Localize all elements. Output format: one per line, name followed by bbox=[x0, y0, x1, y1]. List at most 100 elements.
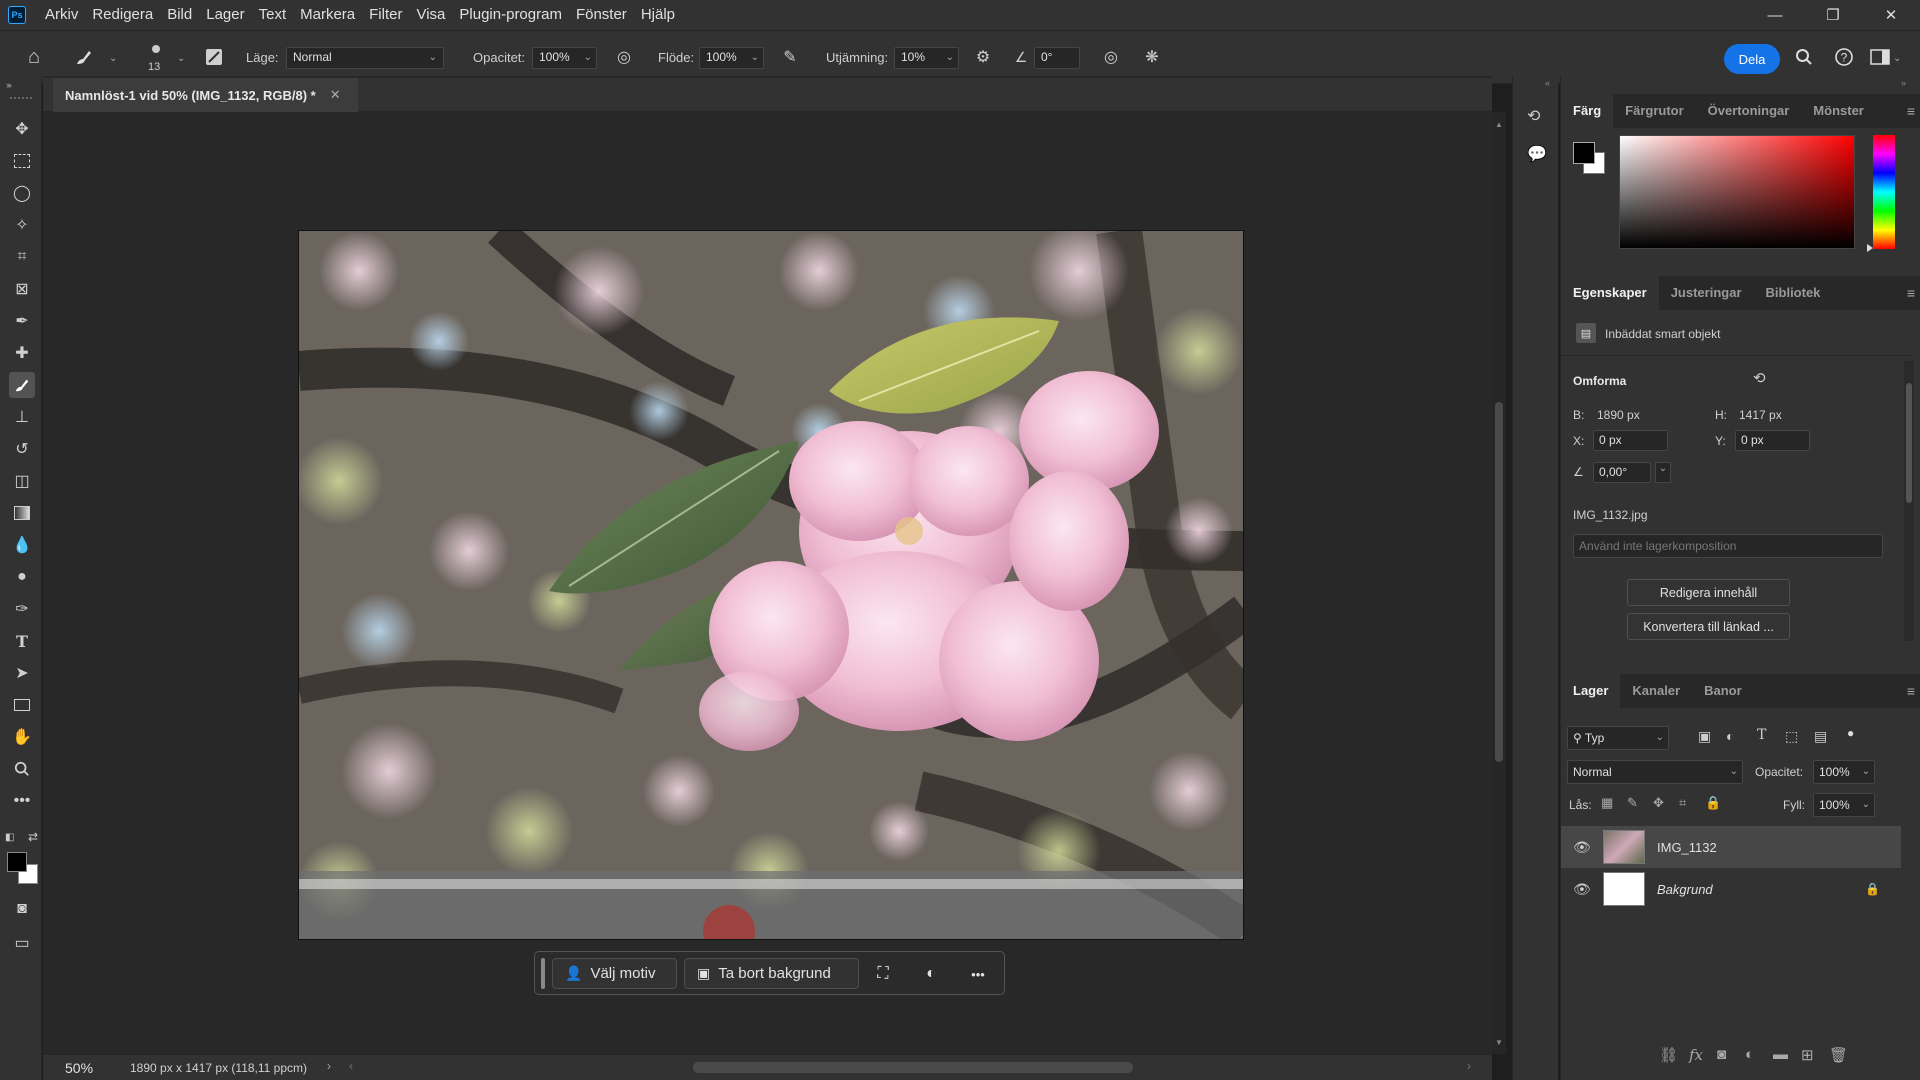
drag-handle[interactable] bbox=[10, 97, 32, 99]
scroll-left-icon[interactable]: ‹ bbox=[349, 1059, 353, 1073]
airbrush-icon[interactable]: ✎ bbox=[778, 45, 802, 69]
share-button[interactable]: Dela bbox=[1724, 44, 1780, 74]
chevron-down-icon[interactable]: ⌄ bbox=[177, 53, 185, 64]
symmetry-icon[interactable]: ❋ bbox=[1140, 45, 1164, 69]
help-icon[interactable]: ? bbox=[1832, 45, 1856, 69]
close-icon[interactable]: ✕ bbox=[330, 87, 341, 103]
menu-text[interactable]: Text bbox=[252, 0, 294, 30]
add-mask-icon[interactable]: ◙ bbox=[1717, 1046, 1726, 1063]
brush-tool-icon[interactable] bbox=[72, 45, 96, 69]
edit-contents-button[interactable]: Redigera innehåll bbox=[1627, 579, 1790, 606]
move-tool-icon[interactable]: ✥ bbox=[9, 116, 35, 142]
menu-fonster[interactable]: Fönster bbox=[569, 0, 634, 30]
menu-bild[interactable]: Bild bbox=[160, 0, 199, 30]
healing-brush-icon[interactable]: ✚ bbox=[9, 340, 35, 366]
gear-icon[interactable]: ⚙ bbox=[971, 45, 995, 69]
frame-tool-icon[interactable]: ⊠ bbox=[9, 276, 35, 302]
menu-lager[interactable]: Lager bbox=[199, 0, 251, 30]
more-options-icon[interactable]: ••• bbox=[964, 960, 992, 988]
tab-monster[interactable]: Mönster bbox=[1801, 94, 1876, 128]
restore-button[interactable]: ❐ bbox=[1804, 0, 1862, 30]
color-field[interactable] bbox=[1619, 135, 1855, 249]
width-value[interactable]: 1890 px bbox=[1597, 408, 1640, 422]
screen-mode-icon[interactable]: ▭ bbox=[9, 930, 35, 956]
fill-input[interactable]: 100% ⌄ bbox=[1813, 793, 1875, 817]
horizontal-scroll-thumb[interactable] bbox=[693, 1062, 1133, 1073]
layer-name[interactable]: IMG_1132 bbox=[1657, 840, 1717, 855]
properties-scroll-thumb[interactable] bbox=[1906, 383, 1912, 503]
workspace-icon[interactable] bbox=[1868, 45, 1892, 69]
scroll-up-icon[interactable]: ▲ bbox=[1495, 120, 1503, 129]
convert-to-linked-button[interactable]: Konvertera till länkad ... bbox=[1627, 613, 1790, 640]
layer-name[interactable]: Bakgrund bbox=[1657, 882, 1713, 897]
document-tab[interactable]: Namnlöst-1 vid 50% (IMG_1132, RGB/8) * ✕ bbox=[53, 78, 358, 112]
layer-opacity-input[interactable]: 100% ⌄ bbox=[1813, 760, 1875, 784]
lock-pixels-icon[interactable]: ✎ bbox=[1627, 795, 1638, 811]
mode-select[interactable]: Normal ⌄ bbox=[286, 47, 444, 69]
dodge-tool-icon[interactable]: ● bbox=[9, 564, 35, 590]
collapse-icon[interactable]: « bbox=[1545, 78, 1550, 88]
lock-position-icon[interactable]: ✥ bbox=[1653, 795, 1664, 811]
chevron-down-icon[interactable]: ⌄ bbox=[1893, 53, 1901, 64]
magic-wand-icon[interactable]: ✧ bbox=[9, 212, 35, 238]
filter-shape-icon[interactable]: ⬚ bbox=[1785, 728, 1798, 745]
remove-background-button[interactable]: ▣ Ta bort bakgrund bbox=[684, 958, 859, 989]
adjustment-layer-icon[interactable]: ◐ bbox=[1745, 1046, 1754, 1063]
tab-lager[interactable]: Lager bbox=[1561, 674, 1621, 708]
tab-kanaler[interactable]: Kanaler bbox=[1620, 674, 1692, 708]
canvas-image[interactable] bbox=[298, 230, 1244, 940]
tab-egenskaper[interactable]: Egenskaper bbox=[1561, 276, 1659, 310]
menu-redigera[interactable]: Redigera bbox=[85, 0, 160, 30]
flow-input[interactable]: 100% ⌄ bbox=[699, 47, 764, 69]
more-tools-icon[interactable]: ••• bbox=[9, 788, 35, 814]
tab-banor[interactable]: Banor bbox=[1692, 674, 1754, 708]
y-input[interactable]: 0 px bbox=[1735, 430, 1810, 451]
default-colors-icon[interactable]: ◧ bbox=[5, 832, 14, 843]
x-input[interactable]: 0 px bbox=[1593, 430, 1668, 451]
smoothing-input[interactable]: 10% ⌄ bbox=[894, 47, 959, 69]
blend-mode-select[interactable]: Normal ⌄ bbox=[1567, 760, 1743, 784]
adjustment-icon[interactable]: ◐ bbox=[917, 960, 945, 988]
vertical-scrollbar[interactable]: ▲ ▼ bbox=[1492, 112, 1506, 1054]
blur-tool-icon[interactable]: 💧 bbox=[9, 532, 35, 558]
filter-adjustment-icon[interactable]: ◐ bbox=[1726, 728, 1734, 744]
eye-icon[interactable]: 👁 bbox=[1573, 881, 1591, 898]
brush-preset-dot[interactable] bbox=[152, 45, 160, 53]
tab-overtoningar[interactable]: Övertoningar bbox=[1696, 94, 1802, 128]
close-window-button[interactable]: ✕ bbox=[1862, 0, 1920, 30]
angle-input[interactable]: 0° bbox=[1034, 47, 1080, 69]
tab-bibliotek[interactable]: Bibliotek bbox=[1754, 276, 1833, 310]
filter-smart-object-icon[interactable]: ▤ bbox=[1814, 728, 1827, 745]
hand-tool-icon[interactable]: ✋ bbox=[9, 724, 35, 750]
collapse-icon[interactable]: » bbox=[7, 80, 12, 90]
menu-markera[interactable]: Markera bbox=[293, 0, 362, 30]
comments-panel-icon[interactable]: 💬 bbox=[1527, 144, 1547, 164]
path-selection-icon[interactable]: ➤ bbox=[9, 660, 35, 686]
eraser-icon[interactable]: ◫ bbox=[9, 468, 35, 494]
quick-mask-icon[interactable]: ◙ bbox=[9, 896, 35, 922]
rectangle-tool-icon[interactable] bbox=[9, 692, 35, 718]
foreground-color-swatch[interactable] bbox=[1573, 142, 1595, 164]
minimize-button[interactable]: — bbox=[1746, 0, 1804, 30]
zoom-level[interactable]: 50% bbox=[65, 1060, 93, 1076]
menu-plugin-program[interactable]: Plugin-program bbox=[452, 0, 569, 30]
filter-type-icon[interactable]: T bbox=[1757, 727, 1766, 743]
brush-tool-icon[interactable] bbox=[9, 372, 35, 398]
history-panel-icon[interactable]: ⟲ bbox=[1527, 106, 1540, 126]
lock-artboard-icon[interactable]: ⌗ bbox=[1679, 795, 1686, 811]
lock-all-icon[interactable]: 🔒 bbox=[1705, 795, 1721, 811]
foreground-color-swatch[interactable] bbox=[7, 852, 27, 872]
transform-icon[interactable]: ⛶ bbox=[869, 960, 897, 988]
chevron-down-icon[interactable]: ⌄ bbox=[1655, 462, 1671, 483]
menu-filter[interactable]: Filter bbox=[362, 0, 409, 30]
layer-row[interactable]: 👁 Bakgrund 🔒 bbox=[1561, 868, 1901, 910]
collapse-icon[interactable]: » bbox=[1901, 78, 1906, 88]
new-group-icon[interactable]: ▬ bbox=[1773, 1046, 1788, 1063]
zoom-tool-icon[interactable] bbox=[9, 756, 35, 782]
properties-scrollbar[interactable] bbox=[1904, 361, 1914, 641]
select-subject-button[interactable]: 👤 Välj motiv bbox=[552, 958, 677, 989]
vertical-scroll-thumb[interactable] bbox=[1495, 402, 1503, 762]
menu-visa[interactable]: Visa bbox=[409, 0, 452, 30]
height-value[interactable]: 1417 px bbox=[1739, 408, 1782, 422]
filter-toggle-icon[interactable]: ● bbox=[1847, 726, 1854, 740]
